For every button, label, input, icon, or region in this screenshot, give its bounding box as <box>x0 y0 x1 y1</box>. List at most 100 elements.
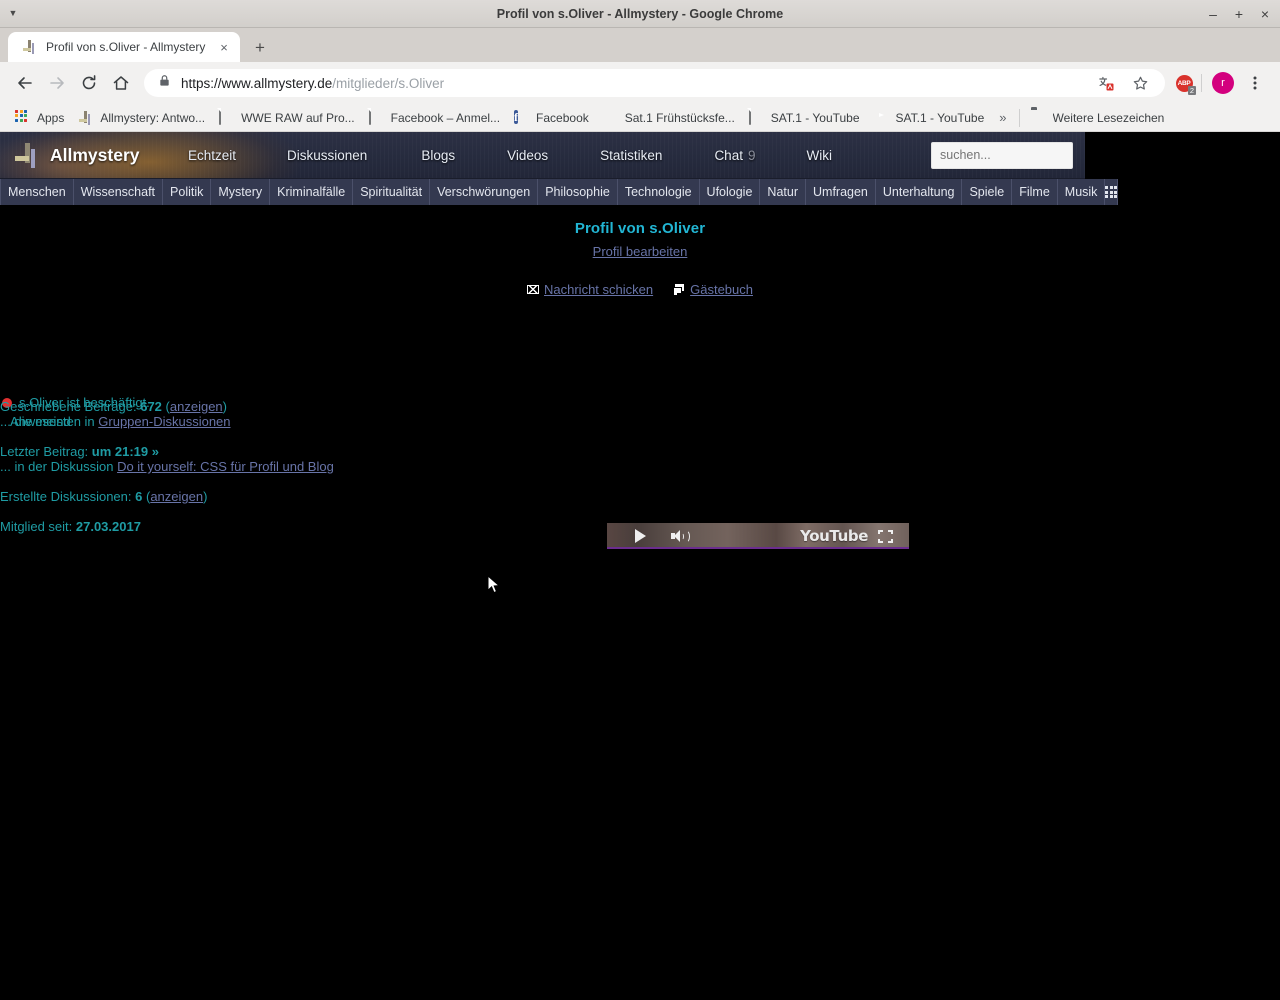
star-icon[interactable] <box>1125 68 1155 98</box>
stat-last-post-value: um 21:19 » <box>91 444 159 459</box>
bookmarks-overflow-button[interactable]: » <box>991 110 1014 125</box>
bookmark-label: SAT.1 - YouTube <box>895 110 985 125</box>
category-ufologie[interactable]: Ufologie <box>699 179 761 205</box>
youtube-brand-label[interactable]: YouTube <box>800 527 868 545</box>
allmystery-icon <box>22 39 38 55</box>
apps-shortcut[interactable]: Apps <box>8 107 71 129</box>
browser-toolbar: https://www.allmystery.de/mitglieder/s.O… <box>0 62 1280 104</box>
tab-strip: Profil von s.Oliver - Allmystery × + <box>0 28 1280 62</box>
stat-member-label: Mitglied seit: <box>0 519 73 534</box>
three-dot-menu-icon[interactable] <box>1240 68 1270 98</box>
nav-item-diskussionen[interactable]: Diskussionen <box>287 148 367 163</box>
bookmark-label: Allmystery: Antwo... <box>100 110 206 125</box>
facebook-icon: f <box>514 109 519 124</box>
category-politik[interactable]: Politik <box>163 179 212 205</box>
search-input[interactable] <box>931 141 1073 169</box>
avatar[interactable]: r <box>1212 72 1234 94</box>
category-spiele[interactable]: Spiele <box>962 179 1013 205</box>
bookmark-item[interactable]: Allmystery: Antwo... <box>71 107 212 129</box>
close-icon[interactable]: × <box>216 39 232 55</box>
send-message-action[interactable]: Nachricht schicken <box>527 282 653 297</box>
category-nav: Menschen Wissenschaft Politik Mystery Kr… <box>0 178 1119 205</box>
maximize-button[interactable]: + <box>1232 7 1246 21</box>
omnibox-actions <box>1091 68 1155 98</box>
guestbook-link[interactable]: Gästebuch <box>690 282 753 297</box>
bookmark-item[interactable]: SAT.1 - YouTube <box>867 107 992 129</box>
category-umfragen[interactable]: Umfragen <box>806 179 876 205</box>
profile-content: Profil von s.Oliver Profil bearbeiten Na… <box>0 205 1280 594</box>
bookmark-item[interactable]: f Facebook <box>507 107 596 129</box>
profile-actions: Nachricht schicken Gästebuch <box>0 282 1280 297</box>
adblock-badge: 2 <box>1187 86 1196 95</box>
bookmark-label: Facebook <box>536 110 589 125</box>
nav-item-chat[interactable]: Chat 9 <box>714 148 755 163</box>
stat-member-value: 27.03.2017 <box>75 519 141 534</box>
translate-icon[interactable] <box>1091 68 1121 98</box>
home-icon[interactable] <box>106 68 136 98</box>
page-title: Profil von s.Oliver <box>574 220 706 237</box>
guestbook-action[interactable]: Gästebuch <box>673 282 753 297</box>
bookmark-label: Sat.1 Frühstücksfe... <box>624 110 735 125</box>
bookmark-item[interactable]: Facebook – Anmel... <box>362 107 507 129</box>
edit-profile-link[interactable]: Profil bearbeiten <box>593 244 688 259</box>
category-verschwoerungen[interactable]: Verschwörungen <box>430 179 539 205</box>
bookmark-item[interactable]: Sat.1 Frühstücksfe... <box>596 107 742 129</box>
nav-item-chat-label: Chat <box>714 147 743 163</box>
tab-title: Profil von s.Oliver - Allmystery <box>46 40 206 54</box>
category-spiritualitaet[interactable]: Spiritualität <box>353 179 431 205</box>
primary-nav: Echtzeit Diskussionen Blogs Videos Stati… <box>150 148 931 163</box>
site-logo[interactable]: Allmystery <box>0 140 150 170</box>
minimize-button[interactable]: – <box>1206 7 1220 21</box>
category-musik[interactable]: Musik <box>1057 179 1106 205</box>
nav-item-echtzeit[interactable]: Echtzeit <box>188 148 236 163</box>
grid-icon[interactable] <box>1105 179 1119 205</box>
stat-threads: Erstellte Diskussionen: 6 (anzeigen) <box>0 489 334 504</box>
category-menschen[interactable]: Menschen <box>0 179 74 205</box>
stat-posts-most-prefix: ... die meisten in <box>0 414 95 429</box>
nav-item-wiki[interactable]: Wiki <box>806 148 832 163</box>
forward-arrow-icon[interactable] <box>42 68 72 98</box>
folder-icon <box>1031 110 1047 126</box>
window-titlebar: ▼ Profil von s.Oliver - Allmystery - Goo… <box>0 0 1280 28</box>
category-wissenschaft[interactable]: Wissenschaft <box>73 179 164 205</box>
last-discussion-link[interactable]: Do it yourself: CSS für Profil und Blog <box>117 459 334 474</box>
category-kriminalfaelle[interactable]: Kriminalfälle <box>270 179 354 205</box>
bookmark-item[interactable]: SAT.1 - YouTube <box>742 107 867 129</box>
reload-icon[interactable] <box>74 68 104 98</box>
toolbar-divider <box>1201 74 1202 92</box>
stat-last-post-thread-line: ... in der Diskussion Do it yourself: CS… <box>0 459 334 474</box>
category-mystery[interactable]: Mystery <box>211 179 271 205</box>
bookmarks-bar: Apps Allmystery: Antwo... WWE RAW auf Pr… <box>0 104 1280 132</box>
bookmark-item[interactable]: WWE RAW auf Pro... <box>212 107 362 129</box>
category-natur[interactable]: Natur <box>760 179 806 205</box>
browser-tab[interactable]: Profil von s.Oliver - Allmystery × <box>8 32 240 62</box>
other-bookmarks-folder[interactable]: Weitere Lesezeichen <box>1024 107 1172 129</box>
category-technologie[interactable]: Technologie <box>617 179 700 205</box>
fullscreen-icon[interactable] <box>878 529 893 543</box>
group-discussions-link[interactable]: Gruppen-Diskussionen <box>98 414 230 429</box>
youtube-icon <box>874 110 890 126</box>
back-arrow-icon[interactable] <box>10 68 40 98</box>
stat-posts: Geschriebene Beiträge: 672 (anzeigen) ..… <box>0 399 334 429</box>
close-window-button[interactable]: × <box>1258 7 1272 21</box>
adblock-plus-icon[interactable]: ABP 2 <box>1173 72 1196 95</box>
address-bar[interactable]: https://www.allmystery.de/mitglieder/s.O… <box>144 69 1165 97</box>
youtube-embed[interactable]: YouTube <box>607 523 909 549</box>
category-unterhaltung[interactable]: Unterhaltung <box>875 179 963 205</box>
show-threads-link[interactable]: anzeigen <box>150 489 203 504</box>
stat-member-line: Mitglied seit: 27.03.2017 <box>0 519 334 534</box>
volume-icon[interactable] <box>671 529 691 543</box>
stat-posts-line: Geschriebene Beiträge: 672 (anzeigen) <box>0 399 334 414</box>
play-icon[interactable] <box>635 529 646 543</box>
nav-item-videos[interactable]: Videos <box>507 148 548 163</box>
show-posts-link[interactable]: anzeigen <box>170 399 223 414</box>
nav-item-blogs[interactable]: Blogs <box>421 148 455 163</box>
send-message-link[interactable]: Nachricht schicken <box>544 282 653 297</box>
nav-item-statistiken[interactable]: Statistiken <box>600 148 662 163</box>
other-bookmarks-label: Weitere Lesezeichen <box>1052 110 1165 125</box>
youtube-controls-bar: YouTube <box>607 523 909 549</box>
new-tab-button[interactable]: + <box>246 33 274 61</box>
url-text: https://www.allmystery.de/mitglieder/s.O… <box>181 76 1081 91</box>
category-philosophie[interactable]: Philosophie <box>538 179 618 205</box>
category-filme[interactable]: Filme <box>1012 179 1058 205</box>
